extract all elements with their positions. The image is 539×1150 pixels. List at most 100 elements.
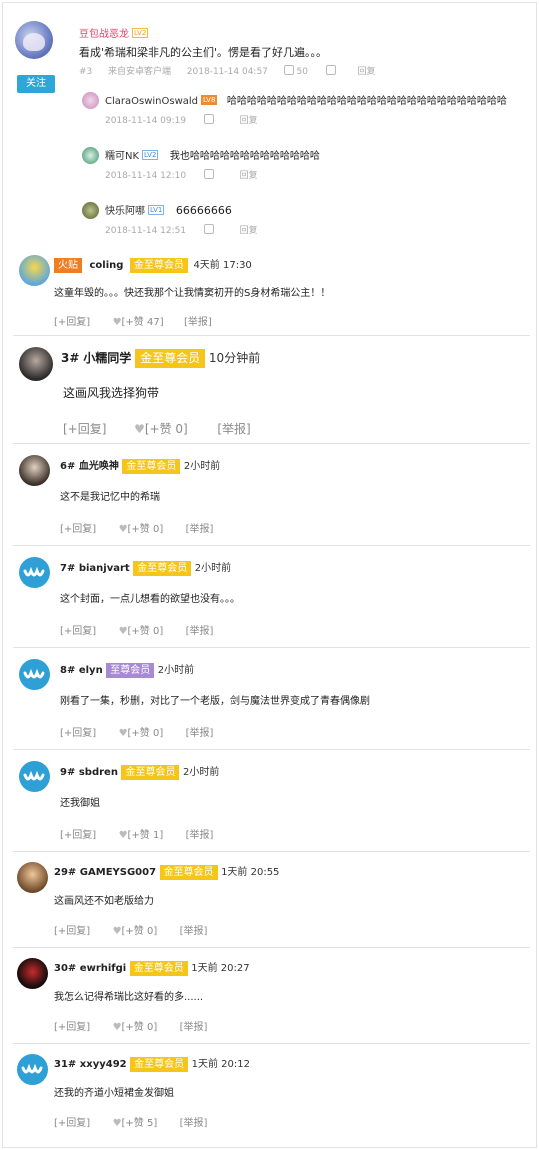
reply-link[interactable]: 回复 xyxy=(357,67,375,77)
avatar[interactable] xyxy=(82,202,99,219)
floor-number: 3# xyxy=(61,351,80,365)
reply-button[interactable]: [+回复] xyxy=(60,728,96,739)
heart-icon: ♥ xyxy=(118,626,128,637)
like-icon[interactable] xyxy=(283,65,294,75)
avatar[interactable] xyxy=(19,557,50,588)
comment-time: 2小时前 xyxy=(182,767,220,778)
list-item: 火贴 coling 金至尊会员 4天前 17:30 这童年毁的。。。快还我那个让… xyxy=(3,249,536,335)
reply-username[interactable]: 糯可NK xyxy=(105,151,139,162)
avatar[interactable] xyxy=(82,92,99,109)
like-button[interactable]: [+赞 0] xyxy=(128,524,164,535)
like-button[interactable]: [+赞 47] xyxy=(122,317,164,328)
floor-number: #3 xyxy=(79,67,93,77)
comment-time: 4天前 17:30 xyxy=(193,260,252,271)
floor-number: 8# xyxy=(60,665,76,676)
heart-icon: ♥ xyxy=(118,728,128,739)
reply-link[interactable]: 回复 xyxy=(240,116,258,126)
report-button[interactable]: [举报] xyxy=(217,422,250,436)
reply-button[interactable]: [+回复] xyxy=(60,626,96,637)
floor-number: 29# xyxy=(54,867,77,878)
comment-username[interactable]: GAMEYSG007 xyxy=(80,867,156,878)
level-badge: LV2 xyxy=(132,28,149,38)
comment-text: 这不是我记忆中的希瑞 xyxy=(60,492,160,503)
avatar[interactable] xyxy=(19,659,50,690)
reply-button[interactable]: [+回复] xyxy=(54,926,90,937)
reply-button[interactable]: [+回复] xyxy=(60,830,96,841)
comment-time: 1天前 20:55 xyxy=(221,867,280,878)
report-button[interactable]: [举报] xyxy=(186,728,214,739)
comment-username[interactable]: sbdren xyxy=(79,767,118,778)
avatar[interactable] xyxy=(17,862,48,893)
report-button[interactable]: [举报] xyxy=(180,1118,208,1129)
vip-badge: 金至尊会员 xyxy=(122,459,181,474)
vip-badge: 金至尊会员 xyxy=(159,865,218,880)
reply-button[interactable]: [+回复] xyxy=(54,1022,90,1033)
reply-button[interactable]: [+回复] xyxy=(54,1118,90,1129)
avatar[interactable] xyxy=(15,21,53,59)
comment-username[interactable]: elyn xyxy=(79,665,103,676)
heart-icon: ♥ xyxy=(112,926,122,937)
avatar[interactable] xyxy=(17,1054,48,1085)
like-icon[interactable] xyxy=(203,169,214,179)
like-button[interactable]: [+赞 0] xyxy=(122,926,158,937)
like-button[interactable]: [+赞 0] xyxy=(128,728,164,739)
reply-username[interactable]: ClaraOswinOswald xyxy=(105,96,198,107)
heart-icon: ♥ xyxy=(112,1118,122,1129)
level-badge: LV2 xyxy=(142,150,159,160)
vip-badge: 金至尊会员 xyxy=(129,961,188,976)
comment-username[interactable]: 豆包战恶龙 xyxy=(79,29,129,40)
avatar[interactable] xyxy=(19,761,50,792)
avatar[interactable] xyxy=(19,255,50,286)
comment-username[interactable]: xxyy492 xyxy=(80,1059,127,1070)
level-badge: LV1 xyxy=(148,205,165,215)
avatar[interactable] xyxy=(17,958,48,989)
comment-username[interactable]: 小糯同学 xyxy=(83,351,131,365)
avatar[interactable] xyxy=(19,347,53,381)
vip-badge: 金至尊会员 xyxy=(135,349,206,368)
comment-username[interactable]: bianjvart xyxy=(79,563,130,574)
vip-badge: 金至尊会员 xyxy=(133,561,192,576)
avatar[interactable] xyxy=(19,455,50,486)
report-button[interactable]: [举报] xyxy=(186,626,214,637)
follow-button[interactable]: 关注 xyxy=(17,75,55,93)
reply-timestamp: 2018-11-14 12:10 xyxy=(105,171,187,181)
divider xyxy=(13,851,530,852)
report-button[interactable]: [举报] xyxy=(186,830,214,841)
floor-number: 9# xyxy=(60,767,76,778)
like-button[interactable]: [+赞 0] xyxy=(145,422,188,436)
dislike-icon[interactable] xyxy=(325,65,336,75)
vip-badge: 金至尊会员 xyxy=(121,765,180,780)
divider xyxy=(13,1043,530,1044)
reply-timestamp: 2018-11-14 09:19 xyxy=(105,116,187,126)
level-badge: LV8 xyxy=(201,95,218,105)
divider xyxy=(13,335,530,336)
divider xyxy=(13,749,530,750)
vip-badge: 金至尊会员 xyxy=(130,1057,189,1072)
report-button[interactable]: [举报] xyxy=(180,926,208,937)
like-icon[interactable] xyxy=(203,224,214,234)
comment-username[interactable]: ewrhifgi xyxy=(80,963,126,974)
comment-username[interactable]: coling xyxy=(90,260,124,271)
divider xyxy=(13,443,530,444)
list-item: 30# ewrhifgi 金至尊会员 1天前 20:27 我怎么记得希瑞比这好看… xyxy=(3,951,536,1045)
like-button[interactable]: [+赞 1] xyxy=(128,830,164,841)
like-button[interactable]: [+赞 5] xyxy=(122,1118,158,1129)
reply-username[interactable]: 快乐阿哪 xyxy=(105,206,145,217)
heart-icon: ♥ xyxy=(134,422,145,436)
avatar[interactable] xyxy=(82,147,99,164)
reply-link[interactable]: 回复 xyxy=(240,171,258,181)
reply-text: 哈哈哈哈哈哈哈哈哈哈哈哈哈哈哈哈哈哈哈哈哈哈哈哈哈哈哈哈 xyxy=(226,96,507,107)
reply-button[interactable]: [+回复] xyxy=(63,422,106,436)
comment-username[interactable]: 血光唤神 xyxy=(79,461,119,472)
reply-link[interactable]: 回复 xyxy=(240,226,258,236)
report-button[interactable]: [举报] xyxy=(180,1022,208,1033)
like-icon[interactable] xyxy=(203,114,214,124)
report-button[interactable]: [举报] xyxy=(184,317,212,328)
like-button[interactable]: [+赞 0] xyxy=(122,1022,158,1033)
reply-button[interactable]: [+回复] xyxy=(54,317,90,328)
report-button[interactable]: [举报] xyxy=(186,524,214,535)
comment-text: 这个封面，一点儿想看的欲望也没有。。。 xyxy=(60,594,240,605)
comment-time: 10分钟前 xyxy=(208,351,261,365)
reply-button[interactable]: [+回复] xyxy=(60,524,96,535)
like-button[interactable]: [+赞 0] xyxy=(128,626,164,637)
